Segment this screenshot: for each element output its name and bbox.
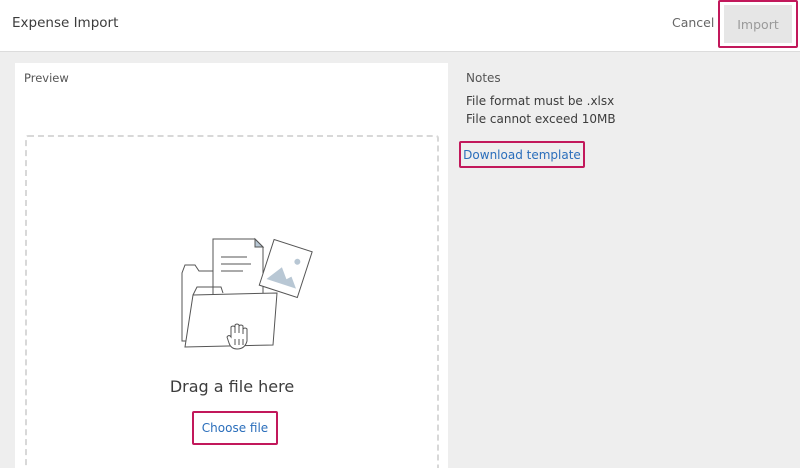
preview-panel: Preview Drag a file here Choose file xyxy=(15,63,448,468)
folder-documents-hand-icon xyxy=(181,237,313,350)
choose-file-highlight: Choose file xyxy=(192,411,278,445)
drag-instruction: Drag a file here xyxy=(169,377,295,396)
download-template-highlight: Download template xyxy=(459,141,585,168)
note-file-size: File cannot exceed 10MB xyxy=(466,112,616,126)
import-button[interactable]: Import xyxy=(724,5,792,43)
choose-file-link[interactable]: Choose file xyxy=(202,421,268,435)
download-template-link[interactable]: Download template xyxy=(463,148,581,162)
file-dropzone[interactable]: Drag a file here Choose file xyxy=(25,135,439,468)
cancel-button[interactable]: Cancel xyxy=(672,15,714,30)
header-bar: Expense Import Cancel Import xyxy=(0,0,800,52)
note-file-format: File format must be .xlsx xyxy=(466,94,615,108)
import-button-highlight: Import xyxy=(718,0,798,48)
preview-label: Preview xyxy=(24,71,69,85)
notes-title: Notes xyxy=(466,71,501,85)
page-title: Expense Import xyxy=(12,15,119,31)
